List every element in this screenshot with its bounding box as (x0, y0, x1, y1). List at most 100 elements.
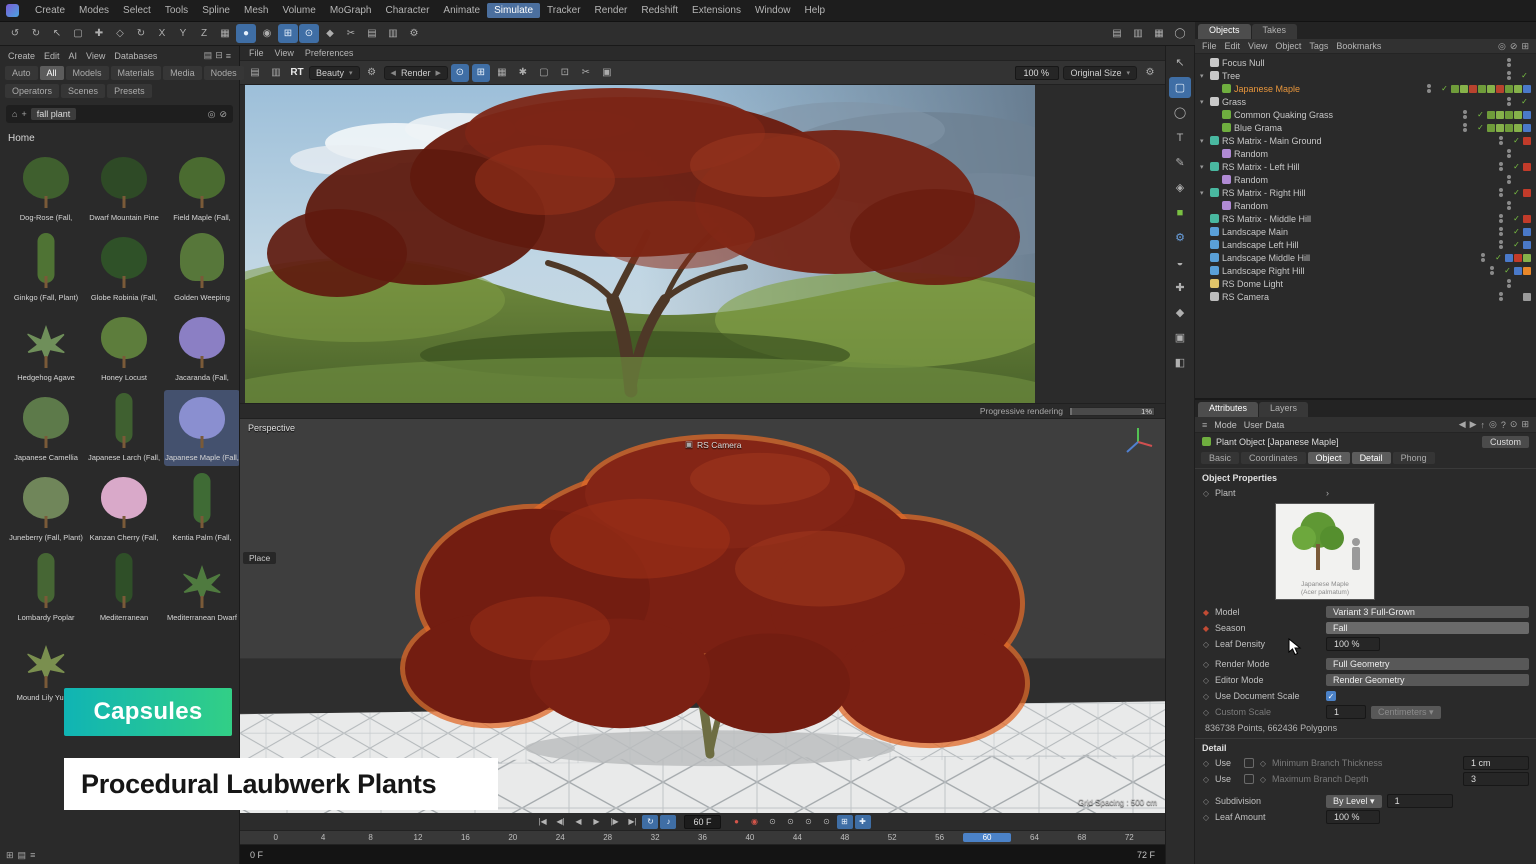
tag-chips[interactable] (1505, 254, 1531, 262)
menu-item[interactable]: Select (116, 3, 158, 18)
play-button[interactable]: ▶ (588, 815, 604, 829)
custom-scale-field[interactable]: 1 (1326, 705, 1366, 719)
menu-item[interactable]: Help (798, 3, 833, 18)
visibility-dots[interactable] (1463, 123, 1474, 132)
visibility-dots[interactable] (1490, 266, 1501, 275)
timeline-tick[interactable]: 24 (537, 833, 584, 842)
Japanese Maple (Fall, ...[interactable]: Japanese Maple (Fall, ... (164, 390, 239, 466)
search-query-tag[interactable]: fall plant (31, 108, 77, 120)
enable-check-icon[interactable]: ✓ (1512, 162, 1521, 171)
visibility-dots[interactable] (1507, 97, 1518, 106)
timeline-tick[interactable]: 4 (299, 833, 346, 842)
om-menu-bookmarks[interactable]: Bookmarks (1336, 41, 1381, 51)
live-selection-icon[interactable]: ↖ (47, 24, 67, 43)
viewport-name-label[interactable]: Perspective (248, 423, 295, 433)
object-label[interactable]: RS Matrix - Right Hill (1222, 188, 1306, 198)
wireframe-overlay-icon[interactable]: ▦ (493, 64, 511, 82)
path-icon[interactable]: ⊞ (1521, 41, 1529, 52)
om-menu-object[interactable]: Object (1275, 41, 1301, 51)
keyframe-pla-button[interactable]: ✚ (855, 815, 871, 829)
tool-deform-icon[interactable]: ◒ (1169, 252, 1191, 273)
tag-chip[interactable] (1523, 293, 1531, 301)
model-select[interactable]: Variant 3 Full-Grown (1326, 606, 1529, 618)
current-frame-field[interactable]: 60 F (684, 815, 720, 829)
enable-check-icon[interactable]: ✓ (1512, 188, 1521, 197)
expand-plant-icon[interactable]: › (1326, 488, 1329, 498)
tool-text-icon[interactable]: T (1169, 127, 1191, 148)
timeline-tick[interactable]: 12 (394, 833, 441, 842)
expand-arrow-icon[interactable]: ▾ (1200, 72, 1207, 80)
view-settings-icon[interactable]: ⚙ (1141, 64, 1159, 82)
use-document-scale-checkbox[interactable]: ✓ (1326, 691, 1336, 701)
tool-annotate-icon[interactable]: ◧ (1169, 352, 1191, 373)
ab-menu-edit[interactable]: Edit (44, 51, 60, 61)
object-row[interactable]: Random (1195, 173, 1536, 186)
tag-chip[interactable] (1478, 85, 1486, 93)
object-row[interactable]: Landscape Main ✓ (1195, 225, 1536, 238)
tag-chip[interactable] (1487, 85, 1495, 93)
tool-axis-icon[interactable]: ✚ (1169, 277, 1191, 298)
om-menu-view[interactable]: View (1248, 41, 1267, 51)
object-row[interactable]: Random (1195, 199, 1536, 212)
coordinate-system-icon[interactable]: ▦ (215, 24, 235, 43)
hamburger-icon[interactable]: ≡ (1202, 420, 1207, 430)
expand-arrow-icon[interactable]: ▾ (1200, 163, 1207, 171)
tag-chip[interactable] (1523, 163, 1531, 171)
region-render-icon[interactable]: ▢ (535, 64, 553, 82)
visibility-dots[interactable] (1507, 279, 1518, 288)
enable-check-icon[interactable]: ✓ (1503, 266, 1512, 275)
object-label[interactable]: RS Camera (1222, 292, 1269, 302)
season-select[interactable]: Fall (1326, 622, 1529, 634)
tag-chip[interactable] (1514, 111, 1522, 119)
object-label[interactable]: Grass (1222, 97, 1246, 107)
object-label[interactable]: Landscape Right Hill (1222, 266, 1305, 276)
enable-check-icon[interactable]: ✓ (1512, 227, 1521, 236)
object-label[interactable]: Random (1234, 201, 1268, 211)
menu-item[interactable]: Tracker (540, 3, 588, 18)
visibility-dots[interactable] (1427, 84, 1438, 93)
forward-icon[interactable]: ▶ (1470, 419, 1477, 430)
tag-chips[interactable] (1487, 111, 1531, 119)
Hedgehog Agave (Fall...[interactable]: Hedgehog Agave (Fall... (8, 310, 84, 386)
menu-item[interactable]: Animate (436, 3, 487, 18)
object-label[interactable]: RS Matrix - Left Hill (1222, 162, 1300, 172)
filter-icon[interactable]: ⊘ (1510, 41, 1518, 52)
visibility-dots[interactable] (1499, 188, 1510, 197)
tag-chip[interactable] (1460, 85, 1468, 93)
render-picture-icon[interactable]: ▥ (383, 24, 403, 43)
axis-z-lock[interactable]: Z (194, 24, 214, 43)
object-label[interactable]: Japanese Maple (1234, 84, 1300, 94)
timeline-tick[interactable]: 8 (347, 833, 394, 842)
filter-tab[interactable]: Presets (107, 84, 152, 98)
tag-chip[interactable] (1523, 241, 1531, 249)
menu-item[interactable]: Spline (195, 3, 237, 18)
tag-chip[interactable] (1523, 124, 1531, 132)
tag-chips[interactable] (1523, 228, 1531, 236)
menu-item[interactable]: Mesh (237, 3, 275, 18)
max-branch-field[interactable]: 3 (1463, 772, 1529, 786)
Globe Robinia (Fall, Pl...[interactable]: Globe Robinia (Fall, Pl... (86, 230, 162, 306)
filter-tab[interactable]: Scenes (61, 84, 105, 98)
category-tab[interactable]: Coordinates (1241, 452, 1306, 464)
tag-chips[interactable] (1523, 163, 1531, 171)
range-start-field[interactable]: 0 F (250, 850, 263, 860)
detail-view-icon[interactable]: ≡ (30, 849, 35, 861)
timeline-tick[interactable]: 64 (1011, 833, 1058, 842)
timeline-tick[interactable]: 48 (821, 833, 868, 842)
tag-chip[interactable] (1496, 124, 1504, 132)
capsule-search-icon[interactable]: ◯ (1170, 24, 1190, 43)
lock-search-icon[interactable]: ⊘ (219, 109, 227, 120)
object-row[interactable]: ▾ RS Matrix - Left Hill ✓ (1195, 160, 1536, 173)
list-view-icon[interactable]: ▤ (18, 849, 27, 861)
timeline-tick[interactable]: 68 (1058, 833, 1105, 842)
object-row[interactable]: ▾ Tree ✓ (1195, 69, 1536, 82)
tag-chip[interactable] (1523, 137, 1531, 145)
tag-chip[interactable] (1496, 111, 1504, 119)
rv-menu-file[interactable]: File (249, 48, 264, 58)
object-label[interactable]: Common Quaking Grass (1234, 110, 1333, 120)
rotate-icon[interactable]: ↻ (131, 24, 151, 43)
enable-check-icon[interactable]: ✓ (1512, 240, 1521, 249)
panel-menu-icon[interactable]: ≡ (226, 50, 231, 61)
object-row[interactable]: RS Matrix - Middle Hill ✓ (1195, 212, 1536, 225)
keyframe-scale-button[interactable]: ⊙ (783, 815, 799, 829)
